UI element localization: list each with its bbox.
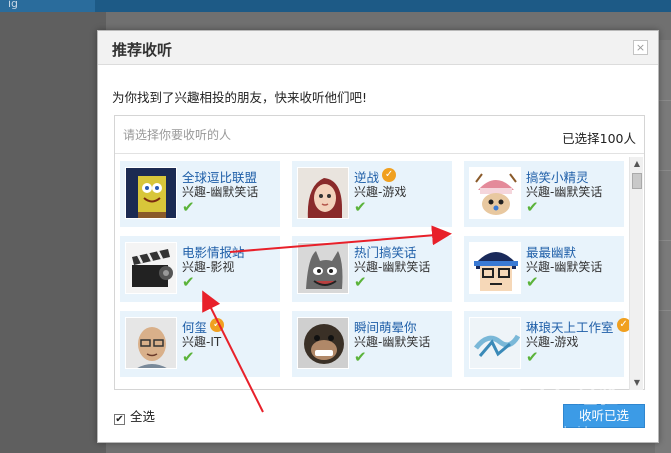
monkey-icon <box>297 317 349 369</box>
game-logo-icon <box>469 317 521 369</box>
selected-count: 已选择100人 <box>562 131 636 146</box>
watermark-logo: Baidu经验 <box>508 384 620 408</box>
check-icon: ✔ <box>182 348 195 366</box>
check-icon: ✔ <box>182 198 195 216</box>
check-icon: ✔ <box>526 348 539 366</box>
check-icon: ✔ <box>354 198 367 216</box>
close-icon: × <box>635 41 646 54</box>
check-icon: ✔ <box>526 273 539 291</box>
user-card-grid: 全球逗比联盟 兴趣-幽默笑话 ✔ 逆战 ✓ 兴趣-游戏 ✔ 搞笑小精灵 兴趣-幽默… <box>120 161 631 386</box>
background-topbar-text: ig <box>8 0 19 10</box>
verified-badge-icon: ✓ <box>382 168 397 182</box>
cartoon-face-icon <box>469 242 521 294</box>
check-icon: ✔ <box>526 198 539 216</box>
close-button[interactable]: × <box>633 40 648 55</box>
checkbox-checked-icon: ✔ <box>114 414 125 425</box>
game-girl-icon <box>297 167 349 219</box>
vertical-scrollbar[interactable]: ▲ ▼ <box>629 157 643 390</box>
watermark-url: jingyan.baidu.com <box>520 424 622 437</box>
dialog-title: 推荐收听 <box>112 41 173 59</box>
user-card[interactable]: 何玺 ✓ 兴趣-IT ✔ <box>120 311 280 377</box>
scroll-thumb[interactable] <box>632 173 642 189</box>
user-picker: 已选择100人 全球逗比联盟 兴趣-幽默笑话 ✔ 逆战✓ 兴趣-游戏 ✔ <box>114 115 645 390</box>
user-card[interactable]: 瞬间萌晕你 兴趣-幽默笑话 ✔ <box>292 311 452 377</box>
select-all-checkbox[interactable]: ✔ 全选 <box>114 406 155 425</box>
cartoon-cat-icon <box>297 242 349 294</box>
film-clapper-icon <box>125 242 177 294</box>
dialog-header: 推荐收听 × <box>98 31 658 65</box>
chopper-icon <box>469 167 521 219</box>
spongebob-icon <box>125 167 177 219</box>
person-photo-icon <box>125 317 177 369</box>
user-card[interactable]: 电影情报站 兴趣-影视 ✔ <box>120 236 280 302</box>
background-topbar: ig <box>0 0 671 12</box>
user-card[interactable]: 最最幽默 兴趣-幽默笑话 ✔ <box>464 236 624 302</box>
scroll-up-icon[interactable]: ▲ <box>632 159 642 169</box>
scroll-down-icon[interactable]: ▼ <box>632 378 642 388</box>
check-icon: ✔ <box>354 273 367 291</box>
select-all-label: 全选 <box>130 409 156 424</box>
verified-badge-icon: ✓ <box>210 318 225 332</box>
user-card[interactable]: 逆战 ✓ 兴趣-游戏 ✔ <box>292 161 452 227</box>
user-card[interactable]: 热门搞笑话 兴趣-幽默笑话 ✔ <box>292 236 452 302</box>
user-card[interactable]: 全球逗比联盟 兴趣-幽默笑话 ✔ <box>120 161 280 227</box>
dialog-intro-text: 为你找到了兴趣相投的朋友，快来收听他们吧! <box>112 90 368 105</box>
user-card[interactable]: 搞笑小精灵 兴趣-幽默笑话 ✔ <box>464 161 624 227</box>
user-card[interactable]: 琳琅天上工作室 ✓ 兴趣-游戏 ✔ <box>464 311 631 377</box>
check-icon: ✔ <box>354 348 367 366</box>
picker-search-bar: 已选择100人 <box>115 116 644 154</box>
search-input[interactable] <box>123 126 483 144</box>
check-icon: ✔ <box>182 273 195 291</box>
